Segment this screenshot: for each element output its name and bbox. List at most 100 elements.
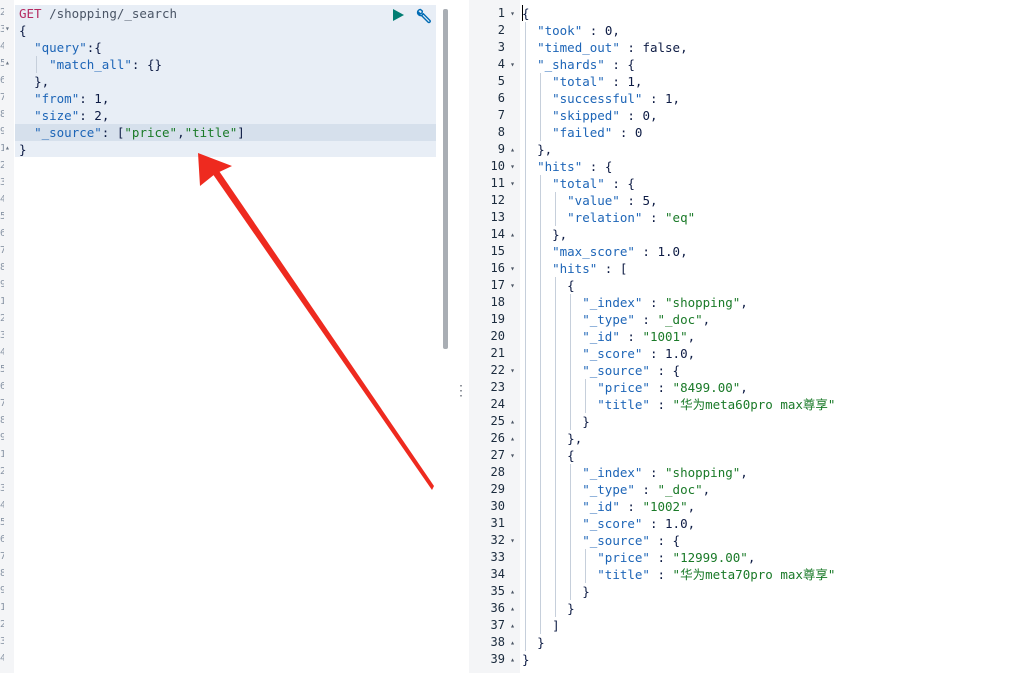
fold-open-icon[interactable]: ▾: [510, 362, 515, 379]
response-gutter-line: 15: [469, 243, 519, 260]
fold-close-icon[interactable]: ▴: [510, 413, 515, 430]
request-code-line[interactable]: "size": 2,: [19, 107, 109, 124]
request-gutter-line: 1: [0, 602, 4, 613]
request-code-line[interactable]: {: [19, 22, 27, 39]
request-gutter-line: 1 ▴: [0, 143, 10, 154]
request-code-line[interactable]: "query":{: [19, 39, 102, 56]
fold-open-icon[interactable]: ▾: [510, 56, 515, 73]
response-gutter-line: 25 ▴: [469, 413, 519, 430]
indent-guide: [36, 56, 37, 73]
request-gutter-line: 6: [0, 228, 4, 239]
response-code-line: "_type" : "_doc",: [582, 312, 711, 327]
fold-close-icon[interactable]: ▴: [510, 600, 515, 617]
line-number: 24: [490, 397, 505, 411]
response-code-line: "value" : 5,: [567, 193, 658, 208]
response-code-line: "_source" : {: [582, 363, 681, 378]
request-gutter-line: 5: [0, 364, 4, 375]
fold-open-icon[interactable]: ▾: [510, 175, 515, 192]
request-gutter-line: 4: [0, 41, 4, 52]
request-settings-button[interactable]: [416, 7, 433, 24]
line-number: 20: [490, 329, 505, 343]
request-gutter-line: 2: [0, 466, 4, 477]
request-gutter-line: 2: [0, 619, 4, 630]
line-number: 30: [490, 499, 505, 513]
request-gutter-line: 5: [0, 211, 4, 222]
fold-open-icon[interactable]: ▾: [510, 447, 515, 464]
response-gutter-line: 7: [469, 107, 519, 124]
response-code-line: "max_score" : 1.0,: [552, 244, 688, 259]
response-gutter-line: 32 ▾: [469, 532, 519, 549]
fold-close-icon[interactable]: ▴: [510, 617, 515, 634]
response-gutter-line: 8: [469, 124, 519, 141]
request-gutter-line: 3: [0, 483, 4, 494]
line-number: 19: [490, 312, 505, 326]
request-gutter-line: 6: [0, 75, 4, 86]
fold-close-icon[interactable]: ▴: [510, 651, 515, 668]
request-code-line[interactable]: },: [19, 73, 49, 90]
request-code-line[interactable]: }: [19, 141, 27, 158]
response-gutter-line: 6: [469, 90, 519, 107]
response-gutter-line: 1 ▾: [469, 5, 519, 22]
request-gutter: 2 3 ▾ 4 5 ▴ 6 7 8 9 1 ▴ 2 3 4 5 6 7 8 9 1 2 3 4 5 6 7 8 9 1 2 3 4 5 6 7 8 9 1 2…: [0, 0, 14, 673]
fold-open-icon[interactable]: ▾: [510, 532, 515, 549]
fold-close-icon[interactable]: ▴: [510, 226, 515, 243]
indent-guide: [570, 464, 572, 600]
request-gutter-line: 7: [0, 398, 4, 409]
line-number: 3: [497, 40, 505, 54]
line-number: 12: [490, 193, 505, 207]
text-cursor: [522, 5, 523, 21]
line-number: 32: [490, 533, 505, 547]
response-code-line: "total" : {: [552, 176, 635, 191]
arrow-head: [198, 153, 232, 186]
response-code-line: {: [567, 278, 575, 293]
line-number: 10: [490, 159, 505, 173]
fold-close-icon[interactable]: ▴: [510, 583, 515, 600]
request-gutter-line: 3: [0, 636, 4, 647]
line-number: 22: [490, 363, 505, 377]
response-gutter-line: 28: [469, 464, 519, 481]
panel-resize-handle[interactable]: ⋮: [454, 384, 468, 398]
response-code-line: "_type" : "_doc",: [582, 482, 711, 497]
run-request-button[interactable]: [391, 8, 405, 22]
request-code-line[interactable]: "match_all": {}: [19, 56, 162, 73]
fold-open-icon[interactable]: ▾: [510, 277, 515, 294]
line-number: 29: [490, 482, 505, 496]
response-code-line: "title" : "华为meta60pro max尊享": [597, 397, 836, 412]
fold-open-icon[interactable]: ▾: [510, 5, 515, 22]
line-number: 17: [490, 278, 505, 292]
request-gutter-line: 9: [0, 585, 4, 596]
request-gutter-line: 8: [0, 262, 4, 273]
http-method: GET: [19, 6, 42, 21]
fold-open-icon[interactable]: ▾: [510, 158, 515, 175]
request-path: /shopping/_search: [49, 6, 178, 21]
request-gutter-line: 1: [0, 296, 4, 307]
request-gutter-line: 5 ▴: [0, 58, 10, 69]
fold-open-icon[interactable]: ▾: [510, 260, 515, 277]
request-code-line[interactable]: "_source": ["price","title"]: [19, 124, 245, 141]
line-number: 33: [490, 550, 505, 564]
line-number: 13: [490, 210, 505, 224]
request-gutter-line: 8: [0, 568, 4, 579]
line-number: 5: [497, 74, 505, 88]
request-line[interactable]: GET /shopping/_search: [19, 5, 177, 22]
request-scrollbar[interactable]: [443, 9, 448, 349]
fold-close-icon[interactable]: ▴: [510, 430, 515, 447]
wrench-icon: [416, 8, 431, 24]
response-gutter-line: 39 ▴: [469, 651, 519, 668]
fold-close-icon[interactable]: ▴: [510, 141, 515, 158]
fold-close-icon[interactable]: ▴: [510, 634, 515, 651]
line-number: 26: [490, 431, 505, 445]
line-number: 9: [497, 142, 505, 156]
response-gutter-line: 2: [469, 22, 519, 39]
response-gutter-line: 24: [469, 396, 519, 413]
line-number: 1: [497, 6, 505, 20]
response-code-line: },: [567, 431, 583, 446]
request-gutter-line: 4: [0, 653, 4, 664]
line-number: 21: [490, 346, 505, 360]
line-number: 25: [490, 414, 505, 428]
response-code-line: }: [567, 601, 575, 616]
request-code-line[interactable]: "from": 1,: [19, 90, 109, 107]
line-number: 28: [490, 465, 505, 479]
request-gutter-line: 8: [0, 415, 4, 426]
response-gutter-line: 31: [469, 515, 519, 532]
